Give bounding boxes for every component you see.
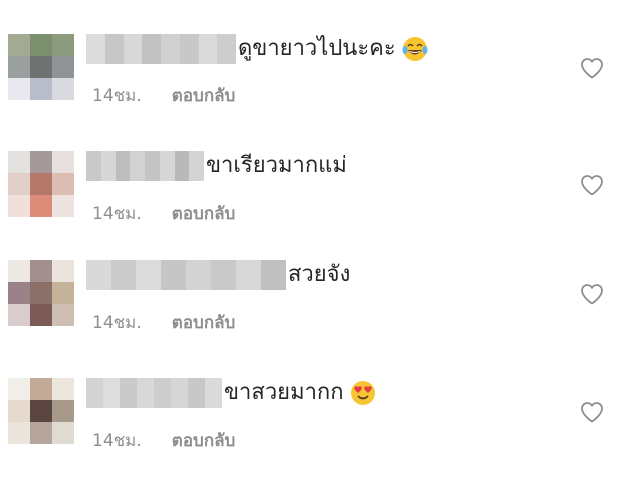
comment-meta: 14ชม. ตอบกลับ: [92, 427, 235, 454]
username-blurred[interactable]: [86, 260, 286, 290]
comment-timestamp[interactable]: 14ชม.: [92, 82, 142, 109]
reply-button[interactable]: ตอบกลับ: [172, 200, 236, 227]
comment-item: สวยจัง 14ชม. ตอบกลับ: [0, 260, 640, 372]
comment-item: ขาสวยมากก 14ชม. ตอบกลับ: [0, 378, 640, 490]
heart-outline-icon: [581, 175, 603, 196]
comment-meta: 14ชม. ตอบกลับ: [92, 82, 235, 109]
avatar[interactable]: [8, 151, 74, 217]
like-button[interactable]: [580, 283, 604, 305]
comment-item: ดูขายาวไปนะคะ 14ชม. ตอบกลับ: [0, 34, 640, 146]
comment-item: ขาเรียวมากแม่ 14ชม. ตอบกลับ: [0, 151, 640, 263]
like-button[interactable]: [580, 174, 604, 196]
face-with-tears-of-joy-emoji-icon: [402, 36, 428, 62]
comment-text: ขาเรียวมากแม่: [206, 153, 347, 178]
like-button[interactable]: [580, 401, 604, 423]
comment-body: ดูขายาวไปนะคะ: [86, 34, 428, 64]
comment-text: ขาสวยมากก: [224, 380, 344, 405]
comment-body: ขาเรียวมากแม่: [86, 151, 347, 181]
reply-button[interactable]: ตอบกลับ: [172, 427, 236, 454]
username-blurred[interactable]: [86, 151, 204, 181]
comment-meta: 14ชม. ตอบกลับ: [92, 309, 235, 336]
avatar[interactable]: [8, 378, 74, 444]
comment-body: สวยจัง: [86, 260, 350, 290]
avatar[interactable]: [8, 34, 74, 100]
comment-body: ขาสวยมากก: [86, 378, 376, 408]
comment-meta: 14ชม. ตอบกลับ: [92, 200, 235, 227]
reply-button[interactable]: ตอบกลับ: [172, 309, 236, 336]
like-button[interactable]: [580, 57, 604, 79]
comment-text: ดูขายาวไปนะคะ: [238, 36, 396, 61]
comment-text: สวยจัง: [288, 262, 351, 287]
reply-button[interactable]: ตอบกลับ: [172, 82, 236, 109]
heart-outline-icon: [581, 402, 603, 423]
comment-timestamp[interactable]: 14ชม.: [92, 200, 142, 227]
avatar[interactable]: [8, 260, 74, 326]
comment-timestamp[interactable]: 14ชม.: [92, 427, 142, 454]
username-blurred[interactable]: [86, 34, 236, 64]
heart-outline-icon: [581, 284, 603, 305]
heart-outline-icon: [581, 58, 603, 79]
comment-timestamp[interactable]: 14ชม.: [92, 309, 142, 336]
username-blurred[interactable]: [86, 378, 222, 408]
smiling-face-with-heart-eyes-emoji-icon: [350, 380, 376, 406]
